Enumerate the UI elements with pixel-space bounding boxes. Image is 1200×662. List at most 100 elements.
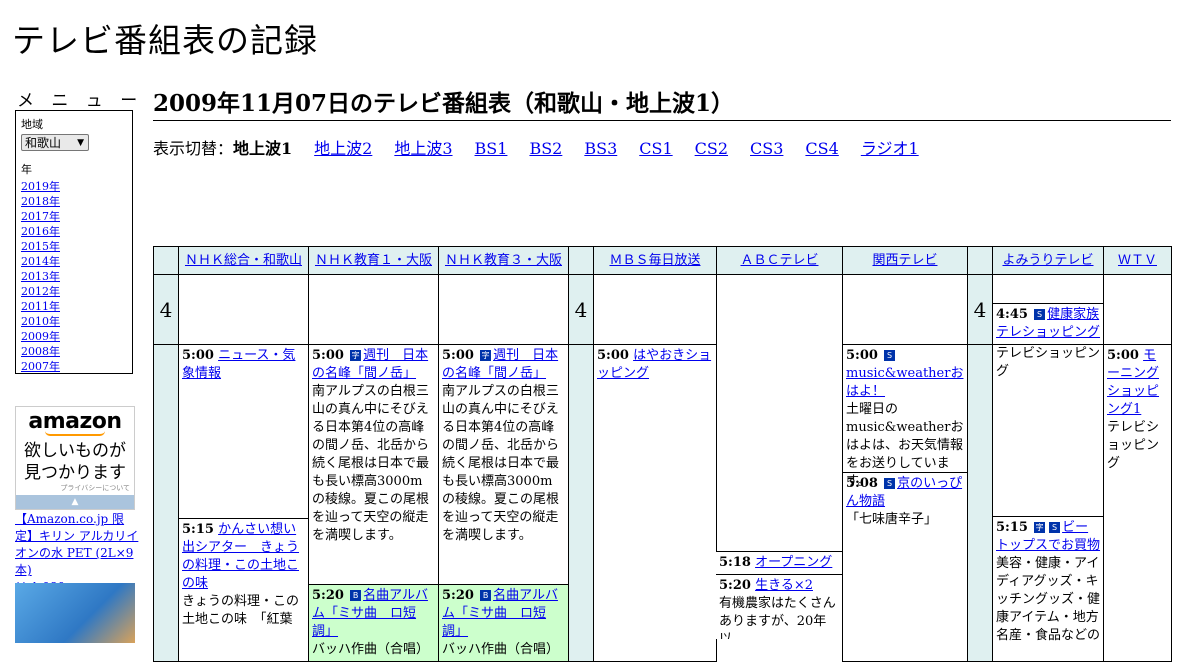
switcher-link[interactable]: 地上波3 <box>394 139 452 158</box>
program-abc-1: 5:18 オープニング <box>716 551 842 575</box>
program-time: 5:08 <box>846 476 878 491</box>
channel-link-ytv[interactable]: よみうりテレビ <box>1002 253 1093 268</box>
amazon-ad-banner[interactable]: amazon 欲しいものが 見つかります プライバシーについて ▲ <box>15 406 135 510</box>
program-desc: 美容・健康・アイディアグッズ・キッチングッズ・健康アイテム・地方名産・食品などの <box>996 556 1101 643</box>
hour-cell <box>568 344 594 662</box>
year-link[interactable]: 2015年 <box>21 239 127 254</box>
program-title[interactable]: オープニング <box>755 555 832 570</box>
channel-header: ＮＨＫ総合・和歌山 <box>178 246 309 275</box>
region-select[interactable]: 和歌山 ▼ <box>21 134 89 151</box>
year-link[interactable]: 2019年 <box>21 179 127 194</box>
empty-slot <box>716 274 843 585</box>
program-time: 5:00 <box>846 348 878 363</box>
empty-slot <box>1103 274 1172 345</box>
channel-link-ktv[interactable]: 関西テレビ <box>872 253 937 268</box>
menu-label: メ ニ ュ ー <box>17 91 144 111</box>
hour-header-blank <box>967 246 993 275</box>
switcher-link[interactable]: BS3 <box>584 139 617 158</box>
program-title[interactable]: 生きる×2 <box>755 578 813 593</box>
channel-link-nhk-g[interactable]: ＮＨＫ総合・和歌山 <box>185 253 302 268</box>
subtitle-icon: 字 <box>350 350 362 361</box>
switcher-link[interactable]: CS4 <box>805 139 838 158</box>
program-desc: きょうの料理・この土地この味 「紅葉 <box>182 594 300 627</box>
program-desc: 有機農家はたくさんありますが、20年以 <box>719 596 836 639</box>
channel-link-wtv[interactable]: ＷＴＶ <box>1118 253 1157 268</box>
empty-slot <box>842 274 968 345</box>
product-title[interactable]: 【Amazon.co.jp 限定】キリン アルカリイオンの水 PET (2L×9… <box>15 512 138 577</box>
program-time: 5:00 <box>182 348 214 363</box>
program-ktv-2: 5:08 S 京のいっぴん物語 「七味唐辛子」 <box>844 473 967 531</box>
program-nhk-e3-1: 5:00 字週刊 日本の名峰「間ノ岳」 南アルプスの白根三山の真ん中にそびえる日… <box>438 344 569 585</box>
hour-cell: 4 <box>153 274 179 345</box>
program-nhk-e1-1: 5:00 字週刊 日本の名峰「間ノ岳」 南アルプスの白根三山の真ん中にそびえる日… <box>308 344 439 585</box>
year-link[interactable]: 2007年 <box>21 359 127 374</box>
page-heading: 2009年11月07日のテレビ番組表（和歌山・地上波1） <box>153 84 1171 121</box>
year-link[interactable]: 2016年 <box>21 224 127 239</box>
channel-link-nhk-e1[interactable]: ＮＨＫ教育１・大阪 <box>315 253 432 268</box>
program-ytv-1: 4:45 S 健康家族テレショッピング <box>994 304 1103 344</box>
program-time: 5:18 <box>719 555 751 570</box>
switcher-link[interactable]: BS2 <box>529 139 562 158</box>
product-image[interactable] <box>15 583 135 643</box>
switcher-label: 表示切替： <box>153 139 234 158</box>
year-link[interactable]: 2010年 <box>21 314 127 329</box>
empty-slot <box>438 274 569 345</box>
caption-icon: 字 <box>1034 522 1046 533</box>
switcher-link[interactable]: CS2 <box>695 139 728 158</box>
program-time: 5:20 <box>442 588 474 603</box>
view-switcher: 表示切替：地上波1 地上波2 地上波3 BS1 BS2 BS3 CS1 CS2 CS3 CS4 ラジ… <box>153 135 941 159</box>
program-time: 5:20 <box>719 578 751 593</box>
switcher-link[interactable]: 地上波2 <box>314 139 372 158</box>
year-link[interactable]: 2013年 <box>21 269 127 284</box>
program-slot: 4:45 S 健康家族テレショッピング <box>992 274 1104 345</box>
program-title[interactable]: music&weatherおはよ！ <box>846 366 963 399</box>
year-link[interactable]: 2014年 <box>21 254 127 269</box>
menu-box: 地域 和歌山 ▼ 年 2019年 2018年 2017年 2016年 2015年… <box>15 110 133 374</box>
program-time: 4:45 <box>996 307 1028 322</box>
year-link[interactable]: 2017年 <box>21 209 127 224</box>
hour-cell <box>967 344 993 662</box>
program-time: 5:00 <box>1107 348 1139 363</box>
program-time: 5:15 <box>996 520 1028 535</box>
year-link[interactable]: 2011年 <box>21 299 127 314</box>
year-link[interactable]: 2012年 <box>21 284 127 299</box>
channel-link-mbs[interactable]: ＭＢＳ毎日放送 <box>609 253 700 268</box>
program-time: 5:00 <box>312 348 344 363</box>
program-nhk-g-2: 5:15 かんさい想い出シアター きょうの料理・この土地この味 きょうの料理・こ… <box>178 518 309 662</box>
ad-privacy-text[interactable]: プライバシーについて <box>60 483 130 493</box>
program-desc: 南アルプスの白根三山の真ん中にそびえる日本第4位の高峰の間ノ岳、北岳から続く尾根… <box>312 384 430 543</box>
program-ytv-1-desc: テレビショッピング <box>993 346 1103 517</box>
program-desc: 南アルプスの白根三山の真ん中にそびえる日本第4位の高峰の間ノ岳、北岳から続く尾根… <box>442 384 560 543</box>
channel-header: ＷＴＶ <box>1103 246 1172 275</box>
switcher-link[interactable]: CS1 <box>639 139 672 158</box>
hour-cell: 4 <box>967 274 993 345</box>
channel-header: ＮＨＫ教育３・大阪 <box>438 246 569 275</box>
year-link[interactable]: 2018年 <box>21 194 127 209</box>
program-ktv-1: 5:00 Smusic&weatherおはよ！ 土曜日のmusic&weathe… <box>843 346 967 489</box>
year-link[interactable]: 2009年 <box>21 329 127 344</box>
program-nhk-g-1: 5:00 ニュース・気象情報 <box>178 344 309 519</box>
year-link[interactable]: 2008年 <box>21 344 127 359</box>
hour-cell: 4 <box>568 274 594 345</box>
region-select-value: 和歌山 <box>25 136 62 150</box>
program-wtv-1: 5:00 モーニングショッピング1 テレビショッピング <box>1103 344 1172 662</box>
program-abc-2: 5:20 生きる×2 有機農家はたくさんありますが、20年以 <box>716 575 842 639</box>
channel-link-nhk-e3[interactable]: ＮＨＫ教育３・大阪 <box>445 253 562 268</box>
switcher-link[interactable]: BS1 <box>475 139 508 158</box>
stereo-icon: S <box>884 350 896 361</box>
hour-cell <box>153 344 179 662</box>
program-mbs-1: 5:00 はやおきショッピング <box>593 344 717 662</box>
channel-header: 関西テレビ <box>842 246 968 275</box>
site-title: テレビ番組表の記録 <box>12 21 318 60</box>
channel-header: ＮＨＫ教育１・大阪 <box>308 246 439 275</box>
year-label: 年 <box>21 163 32 176</box>
year-list: 年 2019年 2018年 2017年 2016年 2015年 2014年 20… <box>21 161 127 374</box>
hour-header-blank <box>568 246 594 275</box>
ad-collapse-bar[interactable]: ▲ <box>16 495 134 509</box>
switcher-link[interactable]: CS3 <box>750 139 783 158</box>
empty-slot <box>593 274 717 345</box>
switcher-link[interactable]: ラジオ1 <box>861 139 919 158</box>
channel-link-abc[interactable]: ＡＢＣテレビ <box>740 253 818 268</box>
switcher-current: 地上波1 <box>233 139 293 158</box>
channel-header: よみうりテレビ <box>992 246 1104 275</box>
